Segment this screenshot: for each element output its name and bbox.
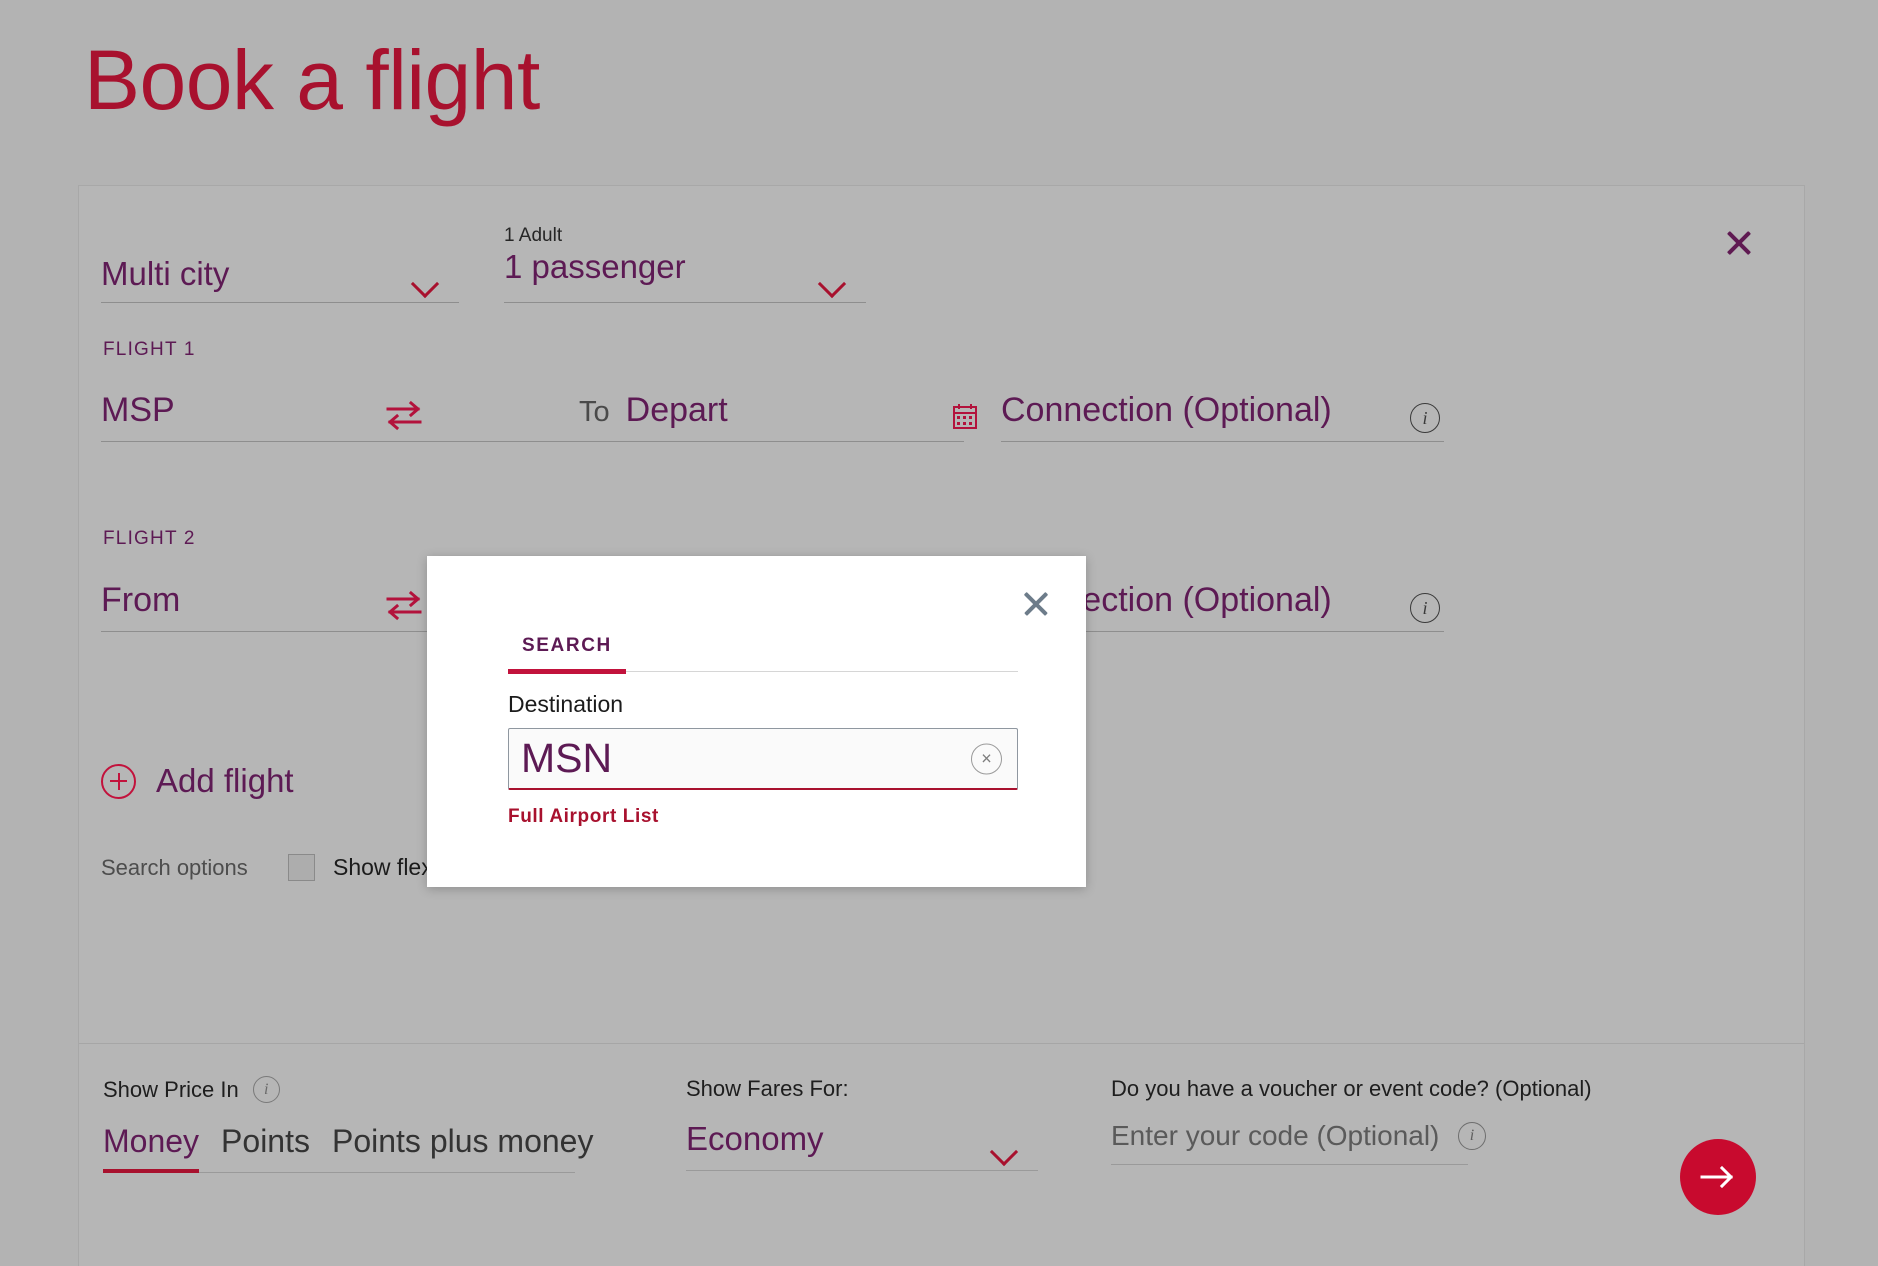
cabin-class-value: Economy — [686, 1120, 824, 1157]
modal-body: Destination MSN × Full Airport List — [508, 691, 1018, 828]
chevron-down-icon — [413, 274, 439, 288]
cabin-class-select[interactable]: Economy — [686, 1120, 1038, 1171]
flight-1-connection-value: Connection (Optional) — [1001, 391, 1332, 429]
flight-1-row: MSP To Depart Connection (Optional) i — [101, 391, 1784, 443]
trip-settings-row: Multi city 1 Adult 1 passenger — [101, 224, 866, 304]
destination-input[interactable]: MSN × — [508, 728, 1018, 790]
show-flexible-tickets-checkbox[interactable] — [288, 854, 315, 881]
add-flight-button[interactable]: Add flight — [101, 762, 294, 800]
clear-icon[interactable]: × — [971, 743, 1002, 774]
booking-card-bottom: Show Price In i Money Points Points plus… — [79, 1044, 1804, 1266]
plus-circle-icon — [101, 763, 136, 799]
flight-1-depart-value: Depart — [625, 391, 728, 429]
passengers-value: 1 passenger — [504, 247, 686, 285]
search-submit-button[interactable] — [1680, 1139, 1756, 1215]
show-fares-for-label: Show Fares For: — [686, 1076, 849, 1101]
chevron-down-icon — [820, 274, 846, 288]
swap-arrows-icon[interactable] — [384, 399, 424, 431]
full-airport-list-link[interactable]: Full Airport List — [508, 806, 659, 828]
show-price-in-column: Show Price In i Money Points Points plus… — [103, 1076, 686, 1266]
flight-1-destination-field[interactable]: To Depart — [579, 391, 977, 443]
flight-1-label: FLIGHT 1 — [103, 339, 196, 360]
flight-2-label: FLIGHT 2 — [103, 528, 196, 549]
price-tab-points[interactable]: Points — [221, 1123, 310, 1160]
passengers-select[interactable]: 1 Adult 1 passenger — [504, 224, 866, 304]
voucher-label: Do you have a voucher or event code? (Op… — [1111, 1076, 1592, 1101]
arrow-right-icon — [1700, 1165, 1734, 1189]
show-price-in-label-row: Show Price In i — [103, 1076, 686, 1103]
voucher-code-field[interactable]: Enter your code (Optional) i — [1111, 1120, 1486, 1165]
price-tab-points-plus-money[interactable]: Points plus money — [332, 1123, 593, 1160]
swap-arrows-icon[interactable] — [384, 589, 424, 621]
chevron-down-icon — [992, 1142, 1018, 1156]
destination-search-modal: SEARCH Destination MSN × Full Airport Li… — [427, 556, 1086, 887]
destination-input-value: MSN — [521, 735, 613, 781]
calendar-icon[interactable] — [950, 401, 982, 433]
page-title: Book a flight — [84, 33, 540, 127]
close-icon[interactable] — [1722, 226, 1756, 260]
voucher-column: Do you have a voucher or event code? (Op… — [1111, 1076, 1780, 1266]
trip-type-value: Multi city — [101, 255, 230, 292]
flight-1-to-label: To — [579, 396, 610, 428]
close-icon[interactable] — [1020, 588, 1052, 620]
passengers-mini-label: 1 Adult — [504, 225, 563, 246]
price-tab-money[interactable]: Money — [103, 1123, 200, 1173]
destination-field-label: Destination — [508, 691, 624, 717]
add-flight-label: Add flight — [156, 762, 294, 799]
flight-1-origin-field[interactable]: MSP — [101, 391, 579, 443]
search-options-label: Search options — [101, 854, 248, 880]
info-icon[interactable]: i — [252, 1076, 280, 1103]
modal-tabs: SEARCH — [508, 635, 1018, 674]
flight-1-connection-field[interactable]: Connection (Optional) i — [1001, 391, 1444, 443]
flight-1-origin-value: MSP — [101, 391, 175, 429]
show-fares-for-column: Show Fares For: Economy — [686, 1076, 1111, 1266]
price-tabs: Money Points Points plus money — [103, 1123, 593, 1173]
trip-type-select[interactable]: Multi city — [101, 224, 459, 304]
show-price-in-label: Show Price In — [103, 1076, 239, 1102]
info-icon[interactable]: i — [1458, 1122, 1486, 1150]
voucher-code-placeholder: Enter your code (Optional) — [1111, 1120, 1440, 1151]
tab-search[interactable]: SEARCH — [508, 635, 626, 674]
